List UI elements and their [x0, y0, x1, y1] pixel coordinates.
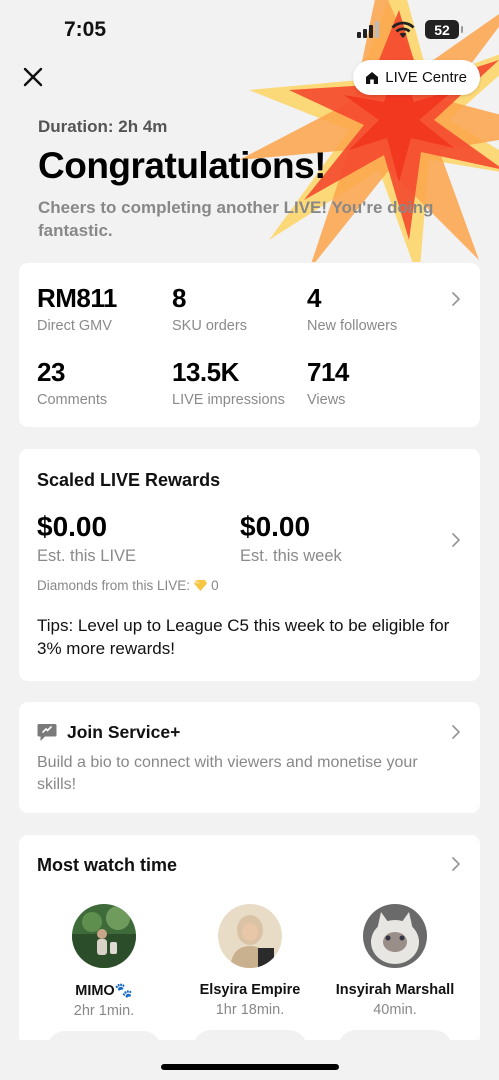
rewards-tips: Tips: Level up to League C5 this week to…: [37, 616, 450, 658]
bottom-safe-area: [0, 1040, 499, 1080]
viewer-watch-time: 40min.: [373, 1002, 417, 1018]
stat-views: 714 Views: [307, 357, 349, 408]
close-button[interactable]: [20, 64, 46, 90]
service-title: Join Service+: [67, 722, 181, 742]
stat-value: 23: [37, 357, 65, 387]
viewer-watch-time: 1hr 18min.: [215, 1002, 285, 1018]
service-description: Build a bio to connect with viewers and …: [37, 754, 418, 793]
stat-direct-gmv: RM811 Direct GMV: [37, 283, 117, 334]
reward-this-week-label: Est. this week: [240, 547, 342, 565]
hero-section: Duration: 2h 4m Congratulations! Cheers …: [38, 117, 468, 242]
close-icon: [23, 67, 43, 87]
diamonds-value: 0: [211, 578, 219, 593]
avatar[interactable]: [72, 904, 136, 968]
chevron-right-icon[interactable]: [450, 724, 462, 740]
reward-this-live-value: $0.00: [37, 511, 108, 542]
stat-label: Views: [307, 392, 346, 408]
scaled-live-rewards-card[interactable]: Scaled LIVE Rewards $0.00 Est. this LIVE…: [19, 449, 480, 681]
status-time: 7:05: [64, 18, 107, 41]
stat-value: 13.5K: [172, 357, 239, 387]
status-icons: 52: [357, 20, 463, 39]
page-title: Congratulations!: [38, 145, 326, 186]
rewards-title: Scaled LIVE Rewards: [37, 470, 221, 490]
reward-this-week: $0.00 Est. this week: [240, 511, 342, 566]
live-centre-label: LIVE Centre: [385, 69, 467, 86]
stat-label: LIVE impressions: [172, 392, 285, 408]
viewer-name: Elsyira Empire: [199, 982, 301, 998]
viewer-name: Insyirah Marshall: [335, 982, 455, 998]
battery-indicator: 52: [425, 20, 463, 39]
service-title-row: Join Service+: [37, 722, 180, 743]
stat-sku-orders: 8 SKU orders: [172, 283, 247, 334]
avatar[interactable]: [218, 904, 282, 968]
reward-this-live: $0.00 Est. this LIVE: [37, 511, 136, 566]
wifi-icon: [391, 21, 415, 38]
stat-label: Direct GMV: [37, 318, 112, 334]
chat-bubble-icon: [37, 724, 57, 741]
most-watch-time-card: Most watch time MIMO🐾 2hr 1min. Follow: [19, 835, 480, 1067]
hero-subtitle: Cheers to completing another LIVE! You'r…: [38, 198, 434, 240]
viewer-name: MIMO🐾: [75, 983, 133, 999]
viewer-watch-time: 2hr 1min.: [73, 1003, 135, 1019]
stat-label: SKU orders: [172, 318, 247, 334]
live-centre-button[interactable]: LIVE Centre: [353, 60, 480, 95]
stat-label: New followers: [307, 318, 398, 334]
home-icon: [366, 71, 379, 84]
chevron-right-icon[interactable]: [450, 856, 462, 872]
stat-comments: 23 Comments: [37, 357, 107, 408]
join-service-plus-card[interactable]: Join Service+ Build a bio to connect wit…: [19, 702, 480, 813]
avatar[interactable]: [363, 904, 427, 968]
chevron-right-icon[interactable]: [450, 291, 462, 307]
live-duration: Duration: 2h 4m: [38, 117, 168, 136]
stat-value: 714: [307, 357, 349, 387]
diamonds-label: Diamonds from this LIVE:: [37, 578, 191, 593]
live-stats-card[interactable]: RM811 Direct GMV 8 SKU orders 4 New foll…: [19, 263, 480, 427]
reward-this-week-value: $0.00: [240, 511, 311, 542]
stat-label: Comments: [37, 392, 108, 408]
diamond-icon: [194, 580, 208, 591]
stat-live-impressions: 13.5K LIVE impressions: [172, 357, 285, 408]
status-bar: 7:05 52: [0, 0, 499, 60]
diamonds-row: Diamonds from this LIVE: 0: [37, 578, 219, 593]
signal-icon: [357, 21, 379, 38]
stat-value: 4: [307, 283, 321, 313]
watch-time-title: Most watch time: [37, 855, 178, 875]
reward-this-live-label: Est. this LIVE: [37, 547, 137, 565]
stat-value: RM811: [37, 283, 117, 313]
stat-value: 8: [172, 283, 186, 313]
chevron-right-icon[interactable]: [450, 532, 462, 548]
home-indicator[interactable]: [161, 1064, 339, 1070]
stat-new-followers: 4 New followers: [307, 283, 397, 334]
